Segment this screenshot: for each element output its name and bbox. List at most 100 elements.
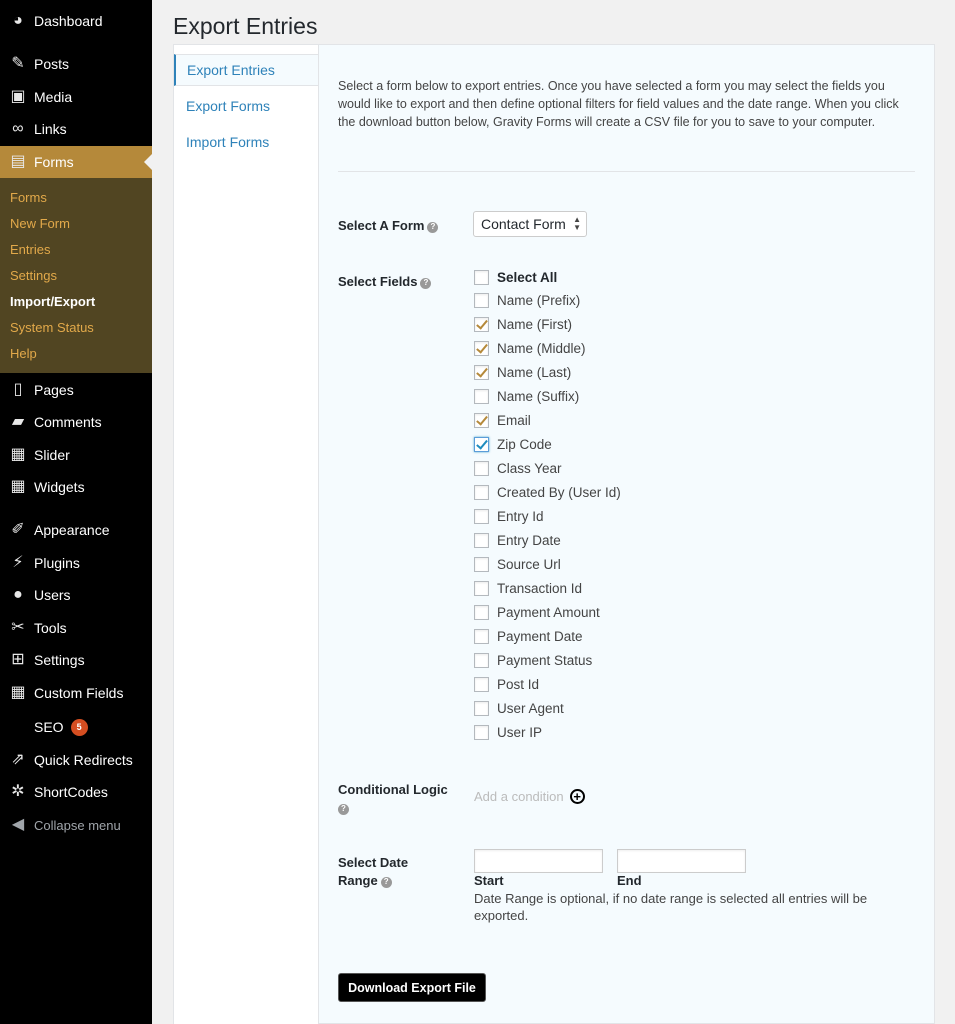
field-option[interactable]: Source Url bbox=[474, 555, 561, 573]
sidebar-item-widgets[interactable]: ▦ Widgets bbox=[0, 471, 152, 503]
sidebar-item-posts[interactable]: ✎ Posts bbox=[0, 48, 152, 80]
field-option[interactable]: Payment Amount bbox=[474, 603, 600, 621]
start-date-label: Start bbox=[474, 873, 504, 888]
checkbox[interactable] bbox=[474, 365, 489, 381]
help-icon[interactable]: ? bbox=[420, 277, 432, 289]
checkbox[interactable] bbox=[474, 604, 489, 620]
sidebar-item-label: Widgets bbox=[34, 479, 85, 495]
end-date-input[interactable] bbox=[617, 849, 746, 873]
field-option-label: Email bbox=[497, 413, 531, 429]
seo-icon bbox=[8, 717, 28, 737]
sidebar-item-label: Links bbox=[34, 121, 67, 137]
sidebar-item-label: Users bbox=[34, 587, 71, 603]
checkbox[interactable] bbox=[474, 724, 489, 740]
field-option[interactable]: Entry Id bbox=[474, 508, 544, 526]
checkbox[interactable] bbox=[474, 293, 489, 309]
field-option[interactable]: Name (Middle) bbox=[474, 340, 586, 358]
sidebar-item-users[interactable]: ● Users bbox=[0, 579, 152, 611]
field-option[interactable]: Select All bbox=[474, 268, 557, 286]
sidebar-item-label: Collapse menu bbox=[34, 817, 121, 833]
sidebar-item-media[interactable]: ▣ Media bbox=[0, 81, 152, 113]
field-option-label: Payment Status bbox=[497, 652, 593, 668]
field-option[interactable]: Post Id bbox=[474, 675, 539, 693]
submenu-item-new-form[interactable]: New Form bbox=[10, 216, 70, 231]
sidebar-item-label: Pages bbox=[34, 382, 74, 398]
field-option[interactable]: Class Year bbox=[474, 460, 562, 478]
field-option[interactable]: Name (Suffix) bbox=[474, 388, 579, 406]
checkbox[interactable] bbox=[474, 437, 489, 453]
field-option[interactable]: User IP bbox=[474, 723, 542, 741]
field-option[interactable]: Email bbox=[474, 412, 531, 430]
field-option-label: User IP bbox=[497, 724, 543, 740]
select-form-label: Select A Form? bbox=[338, 217, 439, 235]
checkbox[interactable] bbox=[474, 269, 489, 285]
sidebar-item-custom-fields[interactable]: ▦ Custom Fields bbox=[0, 677, 152, 709]
sidebar-item-settings[interactable]: ⊞ Settings bbox=[0, 644, 152, 676]
checkbox[interactable] bbox=[474, 676, 489, 692]
sidebar-item-quick-redirects[interactable]: ⇗ Quick Redirects bbox=[0, 744, 152, 776]
submenu-item-settings[interactable]: Settings bbox=[10, 268, 57, 283]
field-option[interactable]: Transaction Id bbox=[474, 579, 582, 597]
help-icon[interactable]: ? bbox=[380, 876, 392, 888]
checkbox[interactable] bbox=[474, 580, 489, 596]
checkbox[interactable] bbox=[474, 485, 489, 501]
field-option[interactable]: Payment Status bbox=[474, 651, 592, 669]
add-condition[interactable]: Add a condition + bbox=[474, 789, 585, 804]
checkbox[interactable] bbox=[474, 341, 489, 357]
checkbox[interactable] bbox=[474, 628, 489, 644]
sidebar-item-slider[interactable]: ▦ Slider bbox=[0, 439, 152, 471]
field-option[interactable]: Created By (User Id) bbox=[474, 484, 621, 502]
submenu-item-entries[interactable]: Entries bbox=[10, 242, 50, 257]
help-icon[interactable]: ? bbox=[338, 803, 349, 815]
sidebar-item-links[interactable]: ∞ Links bbox=[0, 113, 152, 145]
field-option[interactable]: User Agent bbox=[474, 699, 564, 717]
sidebar-item-plugins[interactable]: ⚡ Plugins bbox=[0, 547, 152, 579]
tab-export-forms[interactable]: Export Forms bbox=[174, 90, 319, 122]
tab-import-forms[interactable]: Import Forms bbox=[174, 126, 319, 158]
conditional-logic-label: Conditional Logic ? bbox=[338, 782, 448, 815]
checkbox[interactable] bbox=[474, 461, 489, 477]
checkbox[interactable] bbox=[474, 317, 489, 333]
download-export-button[interactable]: Download Export File bbox=[338, 973, 486, 1002]
submenu-item-import-export[interactable]: Import/Export bbox=[10, 294, 95, 309]
checkbox[interactable] bbox=[474, 389, 489, 405]
sidebar-item-seo[interactable]: SEO 5 bbox=[0, 711, 152, 743]
checkbox[interactable] bbox=[474, 556, 489, 572]
sidebar-item-dashboard[interactable]: ◕ Dashboard bbox=[0, 5, 152, 37]
sidebar-item-forms[interactable]: ▤ Forms bbox=[0, 146, 152, 178]
submenu-item-system-status[interactable]: System Status bbox=[10, 320, 94, 335]
tab-export-entries[interactable]: Export Entries bbox=[174, 54, 320, 86]
field-option-label: Source Url bbox=[497, 556, 561, 572]
sidebar-item-label: Plugins bbox=[34, 555, 80, 571]
field-option[interactable]: Zip Code bbox=[474, 436, 552, 454]
checkbox[interactable] bbox=[474, 652, 489, 668]
sidebar-item-label: SEO bbox=[34, 719, 64, 735]
sidebar-item-pages[interactable]: ▯ Pages bbox=[0, 374, 152, 406]
field-option[interactable]: Name (Prefix) bbox=[474, 292, 580, 310]
sidebar-item-tools[interactable]: ✂ Tools bbox=[0, 612, 152, 644]
add-circle-icon[interactable]: + bbox=[569, 789, 585, 804]
checkbox[interactable] bbox=[474, 700, 489, 716]
sidebar-item-shortcodes[interactable]: ✲ ShortCodes bbox=[0, 776, 152, 808]
field-option[interactable]: Name (First) bbox=[474, 316, 572, 334]
widgets-icon: ▦ bbox=[10, 478, 26, 495]
checkbox[interactable] bbox=[474, 532, 489, 548]
submenu-item-forms[interactable]: Forms bbox=[10, 190, 47, 205]
field-option[interactable]: Name (Last) bbox=[474, 364, 571, 382]
checkbox[interactable] bbox=[474, 413, 489, 429]
sidebar-item-collapse-menu[interactable]: ◀ Collapse menu bbox=[0, 809, 152, 841]
field-option[interactable]: Entry Date bbox=[474, 531, 561, 549]
field-option-label: Payment Date bbox=[497, 628, 583, 644]
submenu-item-help[interactable]: Help bbox=[10, 346, 37, 361]
start-date-input[interactable] bbox=[474, 849, 603, 873]
field-option-label: Entry Id bbox=[497, 509, 544, 524]
form-select[interactable]: Contact Form ▲ ▼ bbox=[473, 211, 587, 237]
field-option[interactable]: Payment Date bbox=[474, 627, 583, 645]
checkbox[interactable] bbox=[474, 509, 489, 524]
sidebar-item-label: ShortCodes bbox=[34, 784, 108, 800]
gear-icon: ✲ bbox=[11, 783, 25, 800]
field-option-label: Post Id bbox=[497, 676, 540, 692]
sidebar-item-appearance[interactable]: ✐ Appearance bbox=[0, 514, 152, 546]
help-icon[interactable]: ? bbox=[427, 221, 439, 233]
sidebar-item-comments[interactable]: ▰ Comments bbox=[0, 406, 152, 438]
